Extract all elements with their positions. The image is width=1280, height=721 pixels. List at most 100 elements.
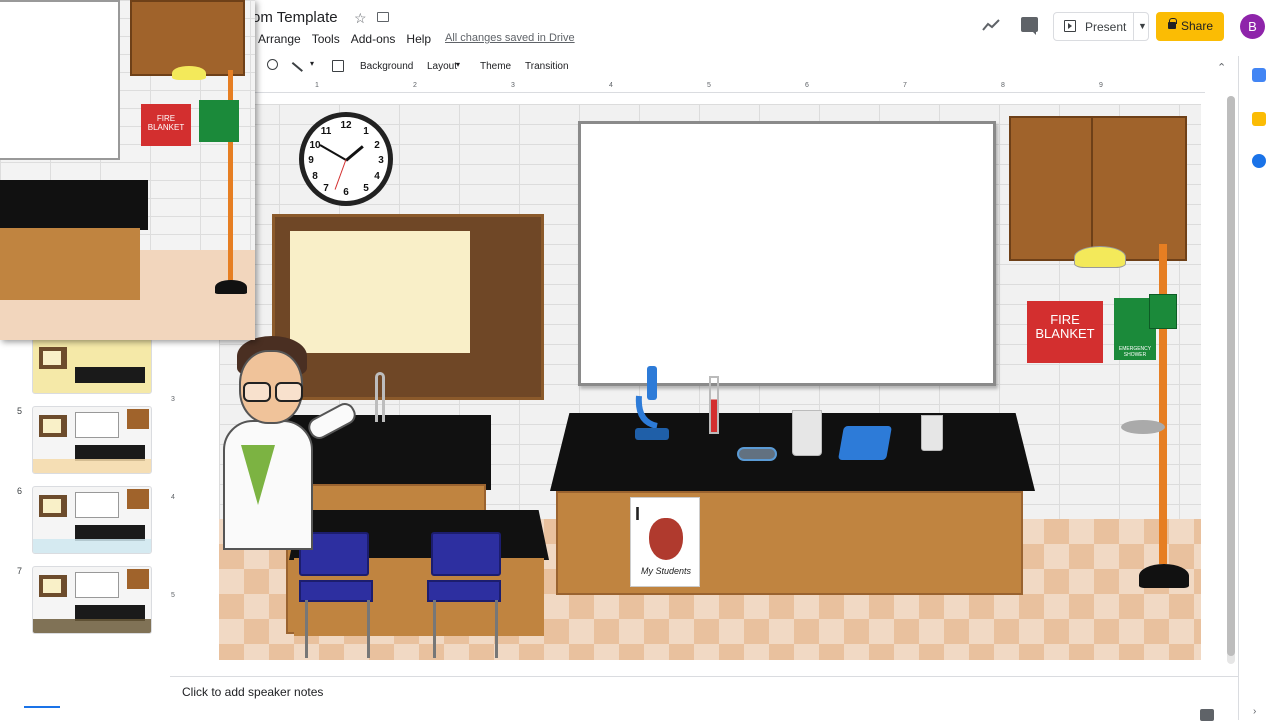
- share-label: Share: [1181, 19, 1214, 33]
- menu-tools[interactable]: Tools: [312, 32, 340, 46]
- line-dropdown-icon[interactable]: ▾: [310, 59, 314, 68]
- ruler-tick: 4: [609, 82, 613, 89]
- present-label: Present: [1085, 20, 1127, 34]
- beaker[interactable]: [921, 415, 943, 451]
- preview-bench-top: [0, 180, 148, 230]
- star-icon[interactable]: ☆: [354, 10, 367, 27]
- activity-dashboard-icon[interactable]: [982, 18, 1000, 32]
- wall-clock[interactable]: 12 1 2 3 4 5 6 7 8 9 10 11: [299, 112, 393, 206]
- poster-letter: I: [635, 504, 641, 524]
- clock-number: 5: [363, 183, 369, 194]
- heart-poster[interactable]: I My Students: [630, 497, 700, 587]
- slide-thumbnail[interactable]: [32, 566, 152, 634]
- ruler-tick: 9: [1099, 82, 1103, 89]
- transition-button[interactable]: Transition: [525, 61, 569, 72]
- fire-blanket-sign[interactable]: FIRE BLANKET: [1027, 301, 1103, 363]
- ruler-tick: 3: [171, 396, 175, 403]
- tasks-icon[interactable]: [1252, 154, 1266, 168]
- background-button[interactable]: Background: [360, 61, 413, 72]
- clock-number: 1: [363, 126, 369, 137]
- grid-view-indicator[interactable]: [24, 706, 60, 708]
- clock-number: 4: [374, 171, 380, 182]
- preview-shower-base: [215, 280, 247, 294]
- chair-seat[interactable]: [427, 580, 501, 602]
- share-button[interactable]: Share: [1156, 12, 1224, 41]
- chevron-up-icon[interactable]: ⌃: [1217, 61, 1226, 74]
- lab-coat: [223, 420, 313, 550]
- slide-filmstrip: 5 6 7: [0, 338, 170, 720]
- menu-help[interactable]: Help: [406, 32, 431, 46]
- ruler-tick: 3: [511, 82, 515, 89]
- faucet: [375, 372, 385, 422]
- clock-number: 9: [308, 155, 314, 166]
- clock-number: 12: [340, 120, 352, 131]
- clock-number: 8: [312, 171, 318, 182]
- chair-back[interactable]: [431, 532, 501, 576]
- safety-goggles[interactable]: [737, 447, 777, 461]
- whiteboard[interactable]: [578, 121, 996, 386]
- digital-scale[interactable]: [838, 426, 892, 460]
- line-icon[interactable]: [292, 61, 303, 72]
- graduated-cylinder[interactable]: [709, 376, 719, 434]
- slide-number: 7: [17, 566, 23, 576]
- ruler-tick: 7: [903, 82, 907, 89]
- keep-icon[interactable]: [1252, 112, 1266, 126]
- eyewash-basin: [1121, 420, 1165, 434]
- slide-canvas[interactable]: 12 1 2 3 4 5 6 7 8 9 10 11 FIRE BLANKET …: [219, 104, 1201, 660]
- side-panel: ›: [1238, 56, 1280, 720]
- shape-icon[interactable]: [267, 59, 278, 70]
- add-comment-icon[interactable]: [332, 60, 344, 72]
- chair-leg: [305, 600, 308, 658]
- calendar-icon[interactable]: [1252, 68, 1266, 82]
- thumbnail-corkboard: [39, 415, 67, 437]
- menu-arrange[interactable]: Arrange: [258, 32, 301, 46]
- menu-add-ons[interactable]: Add-ons: [351, 32, 396, 46]
- ruler-tick: 4: [171, 494, 175, 501]
- emergency-shower-pole: [1159, 244, 1167, 564]
- slide-thumbnail[interactable]: [32, 338, 152, 394]
- chevron-right-icon[interactable]: ›: [1253, 706, 1256, 717]
- wall-cabinet[interactable]: [1009, 116, 1187, 261]
- save-status[interactable]: All changes saved in Drive: [445, 32, 575, 44]
- horizontal-ruler: 1 2 3 4 5 6 7 8 9: [220, 80, 1205, 93]
- clock-number: 2: [374, 140, 380, 151]
- microscope-icon[interactable]: [635, 366, 669, 442]
- thumbnail-bench: [75, 367, 145, 383]
- chair-seat[interactable]: [299, 580, 373, 602]
- slide-thumbnail[interactable]: [32, 486, 152, 554]
- thumbnail-floor: [33, 459, 151, 473]
- slide-thumbnail[interactable]: [32, 406, 152, 474]
- chevron-down-icon[interactable]: ▼: [1138, 21, 1147, 31]
- avatar[interactable]: B: [1240, 14, 1265, 39]
- theme-button[interactable]: Theme: [480, 61, 511, 72]
- clock-number: 7: [323, 183, 329, 194]
- ruler-tick: 2: [413, 82, 417, 89]
- thumbnail-corkboard: [39, 495, 67, 517]
- vertical-scrollbar[interactable]: [1227, 96, 1235, 664]
- layout-button[interactable]: Layout: [427, 61, 457, 72]
- ruler-tick: 5: [707, 82, 711, 89]
- speaker-notes[interactable]: Click to add speaker notes: [170, 676, 1238, 721]
- bitmoji-glasses: [241, 382, 303, 402]
- explore-icon[interactable]: [1200, 709, 1214, 721]
- layout-dropdown-icon[interactable]: ▾: [456, 60, 460, 69]
- teacher-bitmoji[interactable]: [219, 330, 369, 550]
- preview-whiteboard: [0, 0, 120, 160]
- beaker[interactable]: [792, 410, 822, 456]
- thumbnail-whiteboard: [75, 412, 119, 438]
- ruler-tick: 6: [805, 82, 809, 89]
- scrollbar-thumb[interactable]: [1227, 96, 1235, 656]
- slide-preview-overlay[interactable]: FIRE BLANKET: [0, 0, 255, 340]
- comment-history-icon[interactable]: [1021, 17, 1038, 35]
- toolbar: ▾ Background Layout ▾ Theme Transition ⌃: [255, 56, 1235, 78]
- eyewash-sign-icon[interactable]: [1149, 294, 1177, 329]
- bitmoji-arm: [304, 399, 360, 443]
- document-title[interactable]: om Template: [252, 9, 338, 26]
- move-folder-icon[interactable]: [377, 12, 389, 22]
- clock-minute-hand: [319, 144, 347, 161]
- preview-lamp: [172, 66, 206, 80]
- preview-cabinet: [130, 0, 245, 76]
- slide-number: 6: [17, 486, 23, 496]
- clock-second-hand: [334, 159, 347, 190]
- present-button[interactable]: Present ▼: [1053, 12, 1149, 41]
